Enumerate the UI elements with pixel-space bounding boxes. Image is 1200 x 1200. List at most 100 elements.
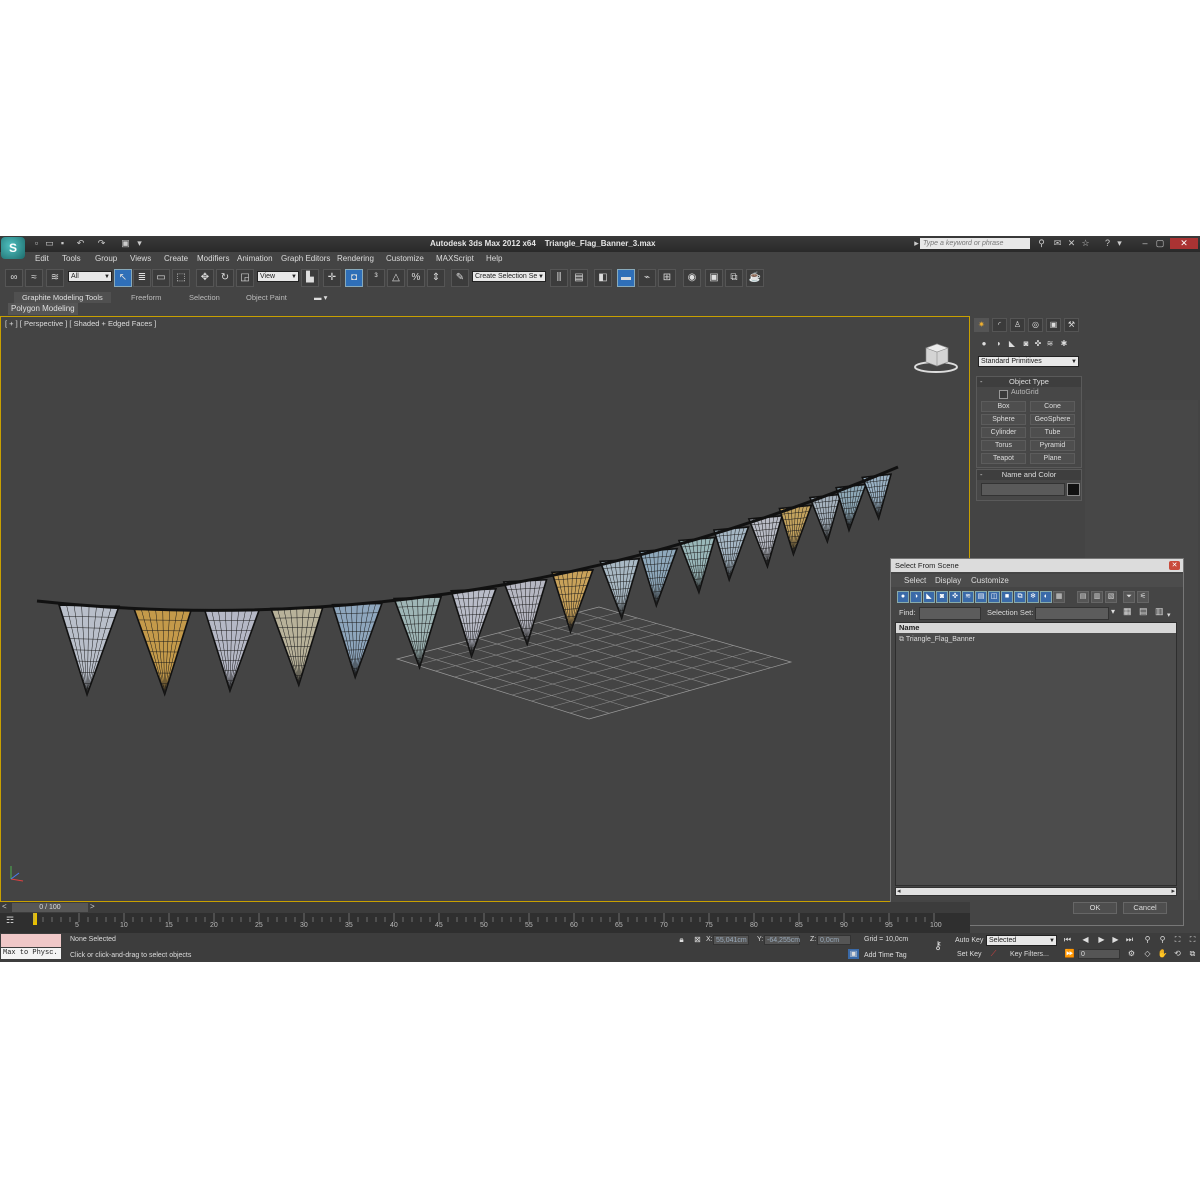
filter-geometry-icon[interactable]: ● [897, 591, 909, 603]
teapot-button[interactable]: Teapot [981, 453, 1026, 464]
filter-space-warps-icon[interactable]: ≋ [962, 591, 974, 603]
rendered-frame-window-icon[interactable]: ⧉ [725, 269, 743, 287]
menu-maxscript[interactable]: MAXScript [436, 254, 474, 263]
play-icon[interactable]: ▶ [1096, 935, 1107, 945]
material-editor-icon[interactable]: ◉ [683, 269, 701, 287]
modify-tab-icon[interactable]: ◜ [992, 318, 1007, 332]
flag-pennant[interactable] [638, 547, 679, 609]
menu-create[interactable]: Create [164, 254, 188, 263]
primitive-type-dropdown[interactable]: Standard Primitives ▼ [978, 356, 1079, 367]
horizontal-scrollbar[interactable]: ◂ ▸ [895, 887, 1177, 896]
menu-animation[interactable]: Animation [237, 254, 273, 263]
object-name-input[interactable] [981, 483, 1065, 496]
curve-editor-icon[interactable]: ⌁ [638, 269, 656, 287]
filter-helpers-icon[interactable]: ✜ [949, 591, 961, 603]
key-filters-button[interactable]: Key Filters... [1010, 951, 1049, 958]
menu-modifiers[interactable]: Modifiers [197, 254, 229, 263]
add-time-tag-button[interactable]: Add Time Tag [864, 952, 907, 959]
select-and-rotate-icon[interactable]: ↻ [216, 269, 234, 287]
redo-icon[interactable]: ↷ [96, 238, 107, 249]
filter-shapes-icon[interactable]: ◑ [910, 591, 922, 603]
cone-button[interactable]: Cone [1030, 401, 1075, 412]
orbit-icon[interactable]: ⟲ [1172, 949, 1183, 959]
flag-pennant[interactable] [677, 536, 716, 595]
render-setup-icon[interactable]: ▣ [705, 269, 723, 287]
menu-customize[interactable]: Customize [386, 254, 424, 263]
zoom-extents-all-icon[interactable]: ⛶ [1187, 935, 1198, 945]
selection-set-dropdown[interactable] [1035, 607, 1109, 620]
help-icon[interactable]: ? [1102, 238, 1113, 249]
flag-pennant[interactable] [550, 569, 595, 635]
field-of-view-icon[interactable]: ◇ [1142, 949, 1153, 959]
tube-button[interactable]: Tube [1030, 427, 1075, 438]
maximize-viewport-icon[interactable]: ⧉ [1187, 949, 1198, 959]
align-icon[interactable]: ▤ [570, 269, 588, 287]
find-input[interactable] [919, 607, 981, 620]
filter-options-icon[interactable]: ⚟ [1137, 591, 1149, 603]
track-bar[interactable]: ☶ 5 10 15 20 25 30 35 40 45 50 55 60 65 70 75 80 85 90 95 1… [0, 913, 970, 933]
key-filter-toggle-icon[interactable]: ⟋ [988, 949, 999, 959]
y-coordinate-field[interactable]: -64,255cm [764, 935, 800, 945]
flag-pennant[interactable] [133, 608, 193, 697]
flag-pennant[interactable] [778, 504, 813, 557]
flag-pennant[interactable] [747, 514, 784, 570]
auto-key-button[interactable]: Auto Key [955, 937, 983, 944]
scene-canvas[interactable] [1, 317, 969, 901]
pyramid-button[interactable]: Pyramid [1030, 440, 1075, 451]
menu-edit[interactable]: Edit [35, 254, 49, 263]
dialog-menu-display[interactable]: Display [935, 576, 961, 585]
flag-pennant[interactable] [712, 526, 750, 583]
pivot-center-icon[interactable]: ▙ [301, 269, 319, 287]
previous-frame-icon[interactable]: ◀ [1080, 935, 1091, 945]
menu-rendering[interactable]: Rendering [337, 254, 374, 263]
selection-lock-icon[interactable]: 🔒︎ [676, 935, 687, 945]
menu-group[interactable]: Group [95, 254, 117, 263]
object-type-header[interactable]: - Object Type [977, 377, 1081, 387]
selection-set-arrow-icon[interactable]: ▾ [1111, 607, 1115, 616]
rectangular-selection-icon[interactable]: ▭ [152, 269, 170, 287]
filter-hidden-icon[interactable]: ◐ [1040, 591, 1052, 603]
time-slider[interactable]: < 0 / 100 > [0, 902, 970, 913]
graphite-ribbon-icon[interactable]: ▬ [617, 269, 635, 287]
communication-icon[interactable]: ✕ [1066, 238, 1077, 249]
help-dropdown-icon[interactable]: ▾ [1114, 238, 1125, 249]
flag-pennant[interactable] [392, 596, 443, 670]
tab-selection[interactable]: Selection [189, 292, 220, 303]
close-window-icon[interactable]: ✕ [1170, 238, 1198, 249]
current-frame-field[interactable]: 0 [1078, 949, 1120, 959]
display-children-icon[interactable]: ▤ [1077, 591, 1089, 603]
zoom-all-icon[interactable]: ⚲ [1157, 935, 1168, 945]
spinner-snap-icon[interactable]: ⇕ [427, 269, 445, 287]
maxscript-listener-input[interactable] [1, 934, 61, 947]
filter-bones-icon[interactable]: ■ [1001, 591, 1013, 603]
percent-snap-icon[interactable]: % [407, 269, 425, 287]
sphere-button[interactable]: Sphere [981, 414, 1026, 425]
filter-groups-icon[interactable]: ▤ [975, 591, 987, 603]
geometry-icon[interactable]: ● [978, 338, 990, 350]
set-key-button[interactable]: Set Key [957, 951, 982, 958]
list-item[interactable]: ⧉ Triangle_Flag_Banner [899, 636, 975, 644]
remove-selection-set-icon[interactable]: ▤ [1139, 606, 1148, 617]
scroll-left-icon[interactable]: ◂ [897, 887, 901, 895]
autogrid-checkbox[interactable] [999, 390, 1008, 399]
select-and-link-icon[interactable]: ∞ [5, 269, 23, 287]
time-tag-icon[interactable]: ▣ [848, 949, 859, 959]
cylinder-button[interactable]: Cylinder [981, 427, 1026, 438]
flag-pennant[interactable] [57, 604, 121, 698]
add-to-selection-set-icon[interactable]: ▥ [1155, 606, 1164, 617]
toolbar-overflow-icon[interactable]: ▾ [1167, 611, 1171, 619]
search-input[interactable]: Type a keyword or phrase [920, 238, 1030, 249]
dialog-menu-select[interactable]: Select [904, 576, 926, 585]
reference-coordinate-dropdown[interactable]: View ▼ [257, 271, 299, 282]
helpers-icon[interactable]: ✜ [1032, 338, 1044, 350]
perspective-viewport[interactable]: [ + ] [ Perspective ] [ Shaded + Edged F… [0, 316, 970, 902]
utilities-tab-icon[interactable]: ⚒ [1064, 318, 1079, 332]
time-slider-prev-icon[interactable]: < [2, 902, 7, 911]
ribbon-options-icon[interactable]: ▬ ▾ [314, 292, 327, 303]
geosphere-button[interactable]: GeoSphere [1030, 414, 1075, 425]
tab-object-paint[interactable]: Object Paint [246, 292, 287, 303]
selection-filter-dropdown[interactable]: All ▼ [68, 271, 112, 282]
new-selection-set-icon[interactable]: ▦ [1123, 606, 1132, 617]
lights-icon[interactable]: ◣ [1006, 338, 1018, 350]
filter-frozen-icon[interactable]: ❄ [1027, 591, 1039, 603]
